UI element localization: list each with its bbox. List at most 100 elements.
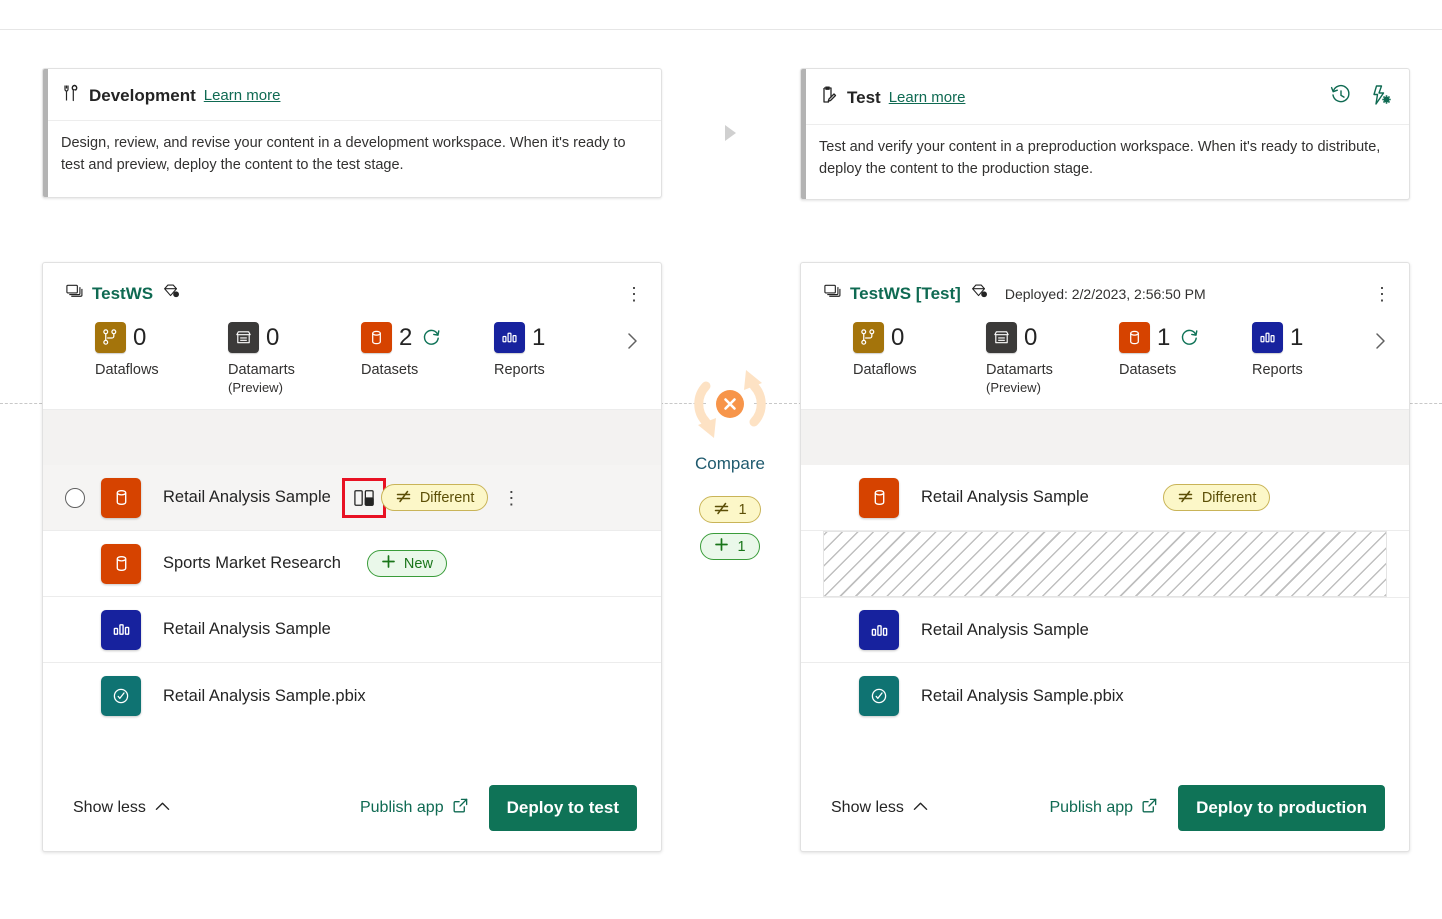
metric-datasets[interactable]: 2 Datasets	[361, 322, 494, 378]
metric-count: 0	[266, 324, 279, 352]
metric-count: 0	[891, 324, 904, 352]
workspace-card-development: TestWS ⋮ 0 Dataflows	[42, 262, 662, 852]
workspace-toolbar-band	[801, 409, 1409, 465]
workspace-header: TestWS [Test] Deployed: 2/2/2023, 2:56:5…	[801, 263, 1409, 312]
compare-badge-new[interactable]: 1	[700, 533, 759, 560]
deployed-timestamp: Deployed: 2/2/2023, 2:56:50 PM	[1005, 286, 1206, 302]
workspace-more-options-button[interactable]: ⋮	[625, 285, 643, 303]
connector-dash-left-edge	[0, 403, 42, 404]
metric-dataflows[interactable]: 0 Dataflows	[95, 322, 228, 378]
metrics-next-button[interactable]	[621, 330, 643, 357]
status-badge[interactable]: New	[367, 550, 447, 577]
stage-card-development: Development Learn more Design, review, a…	[42, 68, 662, 198]
publish-app-button[interactable]: Publish app	[360, 797, 469, 819]
metric-datamarts[interactable]: 0 Datamarts (Preview)	[986, 322, 1119, 395]
report-icon	[1252, 322, 1283, 353]
deploy-button[interactable]: Deploy to test	[489, 785, 637, 831]
status-badge-label: New	[404, 556, 433, 572]
workspace-name[interactable]: TestWS	[92, 284, 153, 304]
show-less-button[interactable]: Show less	[73, 799, 170, 817]
metric-datasets[interactable]: 1 Datasets	[1119, 322, 1252, 378]
workspace-icon	[823, 282, 842, 306]
compare-badge-count: 1	[738, 502, 746, 518]
compare-label: Compare	[650, 454, 810, 474]
workspace-footer: Show less Publish app Deploy to test	[43, 769, 661, 851]
compare-badges: 1 1	[650, 496, 810, 560]
compare-badge-count: 1	[737, 539, 745, 555]
report-icon	[859, 610, 899, 650]
metrics-next-button[interactable]	[1369, 330, 1391, 357]
metric-datamarts[interactable]: 0 Datamarts (Preview)	[228, 322, 361, 395]
missing-item-placeholder	[823, 531, 1387, 597]
list-item[interactable]: Retail Analysis Sample	[801, 597, 1409, 663]
metric-count: 2	[399, 324, 412, 352]
content-item-list-development: Retail Analysis Sample Different ⋮	[43, 465, 661, 769]
item-name: Retail Analysis Sample.pbix	[921, 687, 1124, 706]
list-item[interactable]: Retail Analysis Sample Different ⋮	[43, 465, 661, 531]
not-equal-icon	[1177, 489, 1194, 507]
item-name: Retail Analysis Sample.pbix	[163, 687, 366, 706]
refresh-icon[interactable]	[1179, 327, 1200, 348]
dataset-icon	[101, 478, 141, 518]
status-badge[interactable]: Different	[1163, 484, 1271, 511]
item-name: Retail Analysis Sample	[921, 488, 1089, 507]
publish-app-button[interactable]: Publish app	[1049, 797, 1158, 819]
chevron-up-icon	[913, 799, 928, 817]
workspace-metrics: 0 Dataflows 0 Datamarts (Preview)	[801, 312, 1409, 409]
learn-more-link-development[interactable]: Learn more	[204, 87, 281, 104]
list-item[interactable]: Sports Market Research New	[43, 531, 661, 597]
list-item[interactable]: Retail Analysis Sample.pbix	[801, 663, 1409, 729]
pbix-icon	[101, 676, 141, 716]
refresh-icon[interactable]	[421, 327, 442, 348]
item-name: Retail Analysis Sample	[921, 621, 1089, 640]
show-less-label: Show less	[73, 799, 146, 817]
metric-dataflows[interactable]: 0 Dataflows	[853, 322, 986, 378]
metric-label: Datasets	[361, 362, 494, 378]
dataflow-icon	[853, 322, 884, 353]
stage-title: Development	[89, 86, 196, 106]
list-item[interactable]: Retail Analysis Sample.pbix	[43, 663, 661, 729]
item-select-radio[interactable]	[65, 488, 85, 508]
workspace-metrics: 0 Dataflows 0 Datamarts (Preview)	[43, 312, 661, 409]
item-more-options-button[interactable]: ⋮	[502, 489, 520, 507]
workspace-toolbar-band	[43, 409, 661, 465]
report-icon	[101, 610, 141, 650]
plus-icon	[714, 537, 729, 556]
show-less-label: Show less	[831, 799, 904, 817]
show-less-button[interactable]: Show less	[831, 799, 928, 817]
compare-mismatch-icon[interactable]	[650, 358, 810, 450]
top-bar	[0, 0, 1442, 30]
metric-label: Datamarts	[228, 362, 361, 378]
workspace-header: TestWS ⋮	[43, 263, 661, 312]
external-link-icon	[452, 797, 469, 819]
deployment-history-icon[interactable]	[1329, 83, 1353, 112]
list-item[interactable]: Retail Analysis Sample Different	[801, 465, 1409, 531]
datamart-icon	[986, 322, 1017, 353]
stage-header-test: Test Learn more	[801, 69, 1409, 125]
list-item[interactable]: Retail Analysis Sample	[43, 597, 661, 663]
publish-app-label: Publish app	[1049, 799, 1133, 817]
metric-reports[interactable]: 1 Reports	[494, 322, 627, 378]
stage-header-development: Development Learn more	[43, 69, 661, 121]
stage-card-test: Test Learn more Test and ve	[800, 68, 1410, 200]
status-badge-label: Different	[420, 490, 475, 506]
dataflow-icon	[95, 322, 126, 353]
workspace-card-test: TestWS [Test] Deployed: 2/2/2023, 2:56:5…	[800, 262, 1410, 852]
compare-item-button[interactable]	[347, 483, 381, 513]
tools-icon	[61, 83, 81, 108]
deploy-button[interactable]: Deploy to production	[1178, 785, 1385, 831]
metric-label: Dataflows	[853, 362, 986, 378]
datamart-icon	[228, 322, 259, 353]
workspace-more-options-button[interactable]: ⋮	[1373, 285, 1391, 303]
metric-count: 1	[1290, 324, 1303, 352]
report-icon	[494, 322, 525, 353]
metric-label: Reports	[494, 362, 627, 378]
deployment-settings-icon[interactable]	[1369, 83, 1393, 112]
compare-badge-different[interactable]: 1	[699, 496, 760, 523]
workspace-icon	[65, 282, 84, 306]
workspace-name[interactable]: TestWS [Test]	[850, 284, 961, 304]
external-link-icon	[1141, 797, 1158, 819]
learn-more-link-test[interactable]: Learn more	[889, 89, 966, 106]
status-badge[interactable]: Different	[381, 484, 489, 511]
metric-reports[interactable]: 1 Reports	[1252, 322, 1385, 378]
